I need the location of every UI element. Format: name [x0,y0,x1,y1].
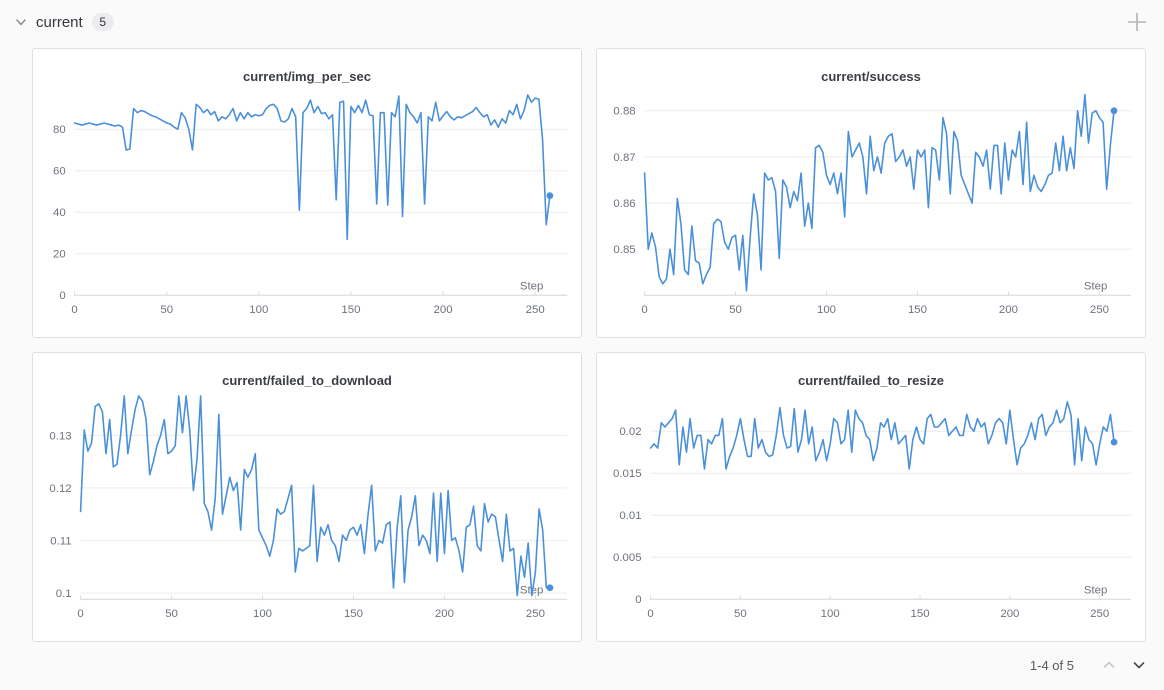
x-tick-label: 50 [729,304,742,316]
x-tick-label: 150 [344,608,363,620]
y-tick-label: 0 [59,290,65,302]
plus-icon [1128,13,1146,31]
y-tick-label: 0.13 [49,430,71,442]
x-tick-label: 250 [526,304,545,316]
x-tick-label: 50 [160,304,173,316]
last-point-marker [546,584,554,592]
series-line [643,93,1115,292]
y-tick-label: 0.12 [49,483,71,495]
panel-current-failed-to-download[interactable]: current/failed_to_download 0.1 0.11 0.12 0.… [32,352,582,642]
y-tick-label: 0.005 [613,552,642,564]
x-tick-label: 50 [165,608,178,620]
y-tick-label: 0.1 [56,588,72,600]
panel-current-img-per-sec[interactable]: current/img_per_sec 0 20 40 60 80 0 50 100 150 20… [32,48,582,338]
x-axis-title: Step [520,280,543,292]
y-tick-label: 0.86 [613,198,635,210]
panel-pagination: 1-4 of 5 [1030,654,1150,676]
x-tick-label: 0 [647,608,653,620]
y-tick-label: 0.87 [613,152,635,164]
x-tick-label: 100 [821,608,840,620]
add-panel-button[interactable] [1124,9,1150,35]
x-tick-label: 250 [1090,304,1109,316]
x-tick-label: 200 [999,304,1018,316]
x-tick-label: 200 [435,608,454,620]
x-tick-label: 100 [253,608,272,620]
x-tick-label: 50 [734,608,747,620]
y-tick-label: 60 [53,166,66,178]
chart-title: current/success [821,69,921,84]
section-collapse-button[interactable] [12,13,30,31]
panels-grid: current/img_per_sec 0 20 40 60 80 0 50 100 150 20… [32,48,1146,642]
last-point-marker [1110,438,1118,446]
y-tick-label: 0.015 [613,468,642,480]
chart-title: current/img_per_sec [243,69,371,84]
x-tick-label: 100 [817,304,836,316]
line-chart-img-per-sec: 0 20 40 60 80 0 50 100 150 200 250 Step [53,94,568,316]
x-axis-title: Step [1084,584,1107,596]
last-point-marker [546,192,554,200]
x-tick-label: 200 [434,304,453,316]
chevron-down-icon [16,19,26,26]
x-axis-title: Step [1084,280,1107,292]
x-tick-label: 0 [71,304,77,316]
x-tick-label: 0 [77,608,83,620]
x-tick-label: 150 [911,608,930,620]
chart-title: current/failed_to_download [222,373,392,388]
line-chart-success: 0.85 0.86 0.87 0.88 0 50 100 150 200 250 Step [613,93,1132,316]
y-tick-label: 80 [53,124,66,136]
x-tick-label: 250 [1090,608,1109,620]
y-tick-label: 20 [53,249,66,261]
pagination-label: 1-4 of 5 [1029,657,1074,673]
series-line [649,401,1115,470]
x-tick-label: 200 [1000,608,1019,620]
panel-count-badge: 5 [91,13,114,31]
series-line [73,94,551,241]
line-chart-failed-to-download: 0.10.110.120.130 50 100 150 200 250Step [49,395,568,620]
previous-page-button[interactable] [1098,654,1120,676]
x-tick-label: 150 [341,304,360,316]
x-tick-label: 150 [908,304,927,316]
x-tick-label: 250 [526,608,545,620]
section-title: current [36,13,83,31]
y-tick-label: 0.11 [50,535,71,547]
chart-title: current/failed_to_resize [798,373,944,388]
y-tick-label: 0 [635,594,641,606]
series-line [79,395,551,597]
x-tick-label: 100 [249,304,268,316]
chevron-up-icon [1103,661,1115,668]
section-header: current 5 [0,0,1164,44]
y-tick-label: 0.01 [619,510,641,522]
chevron-down-icon [1133,662,1145,669]
line-chart-failed-to-resize: 0 0.005 0.01 0.015 0.02 0 50 100 150 200 250 Step [613,401,1132,620]
panel-current-failed-to-resize[interactable]: current/failed_to_resize 0 0.005 0.01 0.015… [596,352,1146,642]
last-point-marker [1110,107,1118,115]
y-tick-label: 40 [53,207,66,219]
panel-current-success[interactable]: current/success 0.85 0.86 0.87 0.88 0 50 100 15… [596,48,1146,338]
y-tick-label: 0.85 [613,244,635,256]
next-page-button[interactable] [1128,654,1150,676]
y-tick-label: 0.02 [619,426,641,438]
y-tick-label: 0.88 [613,106,635,118]
x-tick-label: 0 [641,304,647,316]
